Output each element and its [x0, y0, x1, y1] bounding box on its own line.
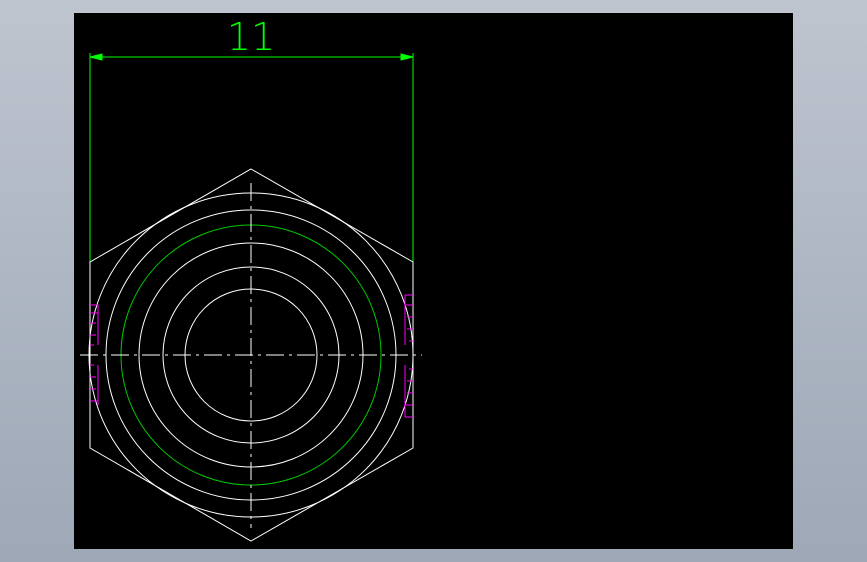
hatch-marks-right	[404, 294, 413, 418]
center-lines	[80, 183, 422, 528]
dimension-arrow-right	[400, 53, 414, 61]
cad-drawing-canvas: 11	[80, 15, 422, 542]
dimension-text: 11	[227, 15, 275, 59]
cad-drawing-viewport[interactable]: 11	[74, 13, 793, 549]
dimension-arrow-left	[89, 53, 103, 61]
